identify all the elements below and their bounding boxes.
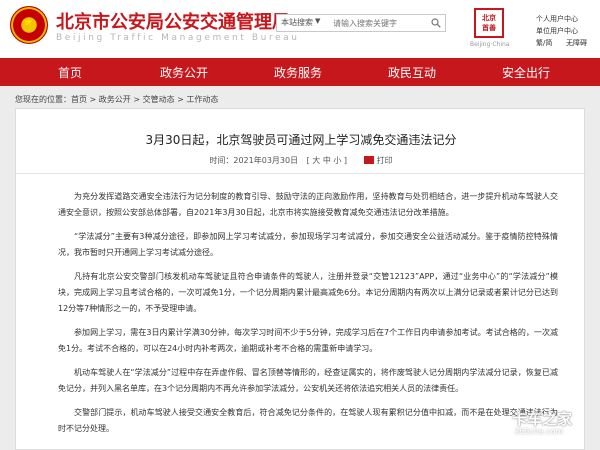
personal-user-center-link[interactable]: 个人用户中心 xyxy=(536,14,578,24)
seal-caption: Beijing·China xyxy=(470,41,510,48)
site-header: ★ 北京市公安局公安交通管理局 Beijing Traffic Manageme… xyxy=(0,0,600,58)
printer-icon[interactable] xyxy=(363,155,374,164)
search-bar[interactable]: 本站搜索 ▼ xyxy=(276,14,446,32)
site-subtitle: Beijing Traffic Management Bureau xyxy=(56,33,300,43)
watermark-url: 360che.com xyxy=(514,427,564,436)
article-title: 3月30日起，北京驾驶员可通过网上学习减免交通违法记分 xyxy=(145,133,457,147)
breadcrumb-separator: > xyxy=(130,95,143,104)
article-paragraph: “学法减分”主要有3种减分途径，即参加网上学习考试减分，参加现场学习考试减分，参… xyxy=(58,232,558,257)
article-paragraph: 为充分发挥道路交通安全违法行为记分制度的教育引导、鼓励守法的正向激励作用，坚持教… xyxy=(58,192,558,217)
nav-item-government-affairs[interactable]: 政务公开 xyxy=(160,64,208,81)
breadcrumb-label: 您现在的位置： xyxy=(15,95,71,104)
search-icon[interactable] xyxy=(431,18,441,28)
police-emblem-icon: ★ xyxy=(10,6,48,44)
breadcrumb-separator: > xyxy=(174,95,187,104)
chevron-down-icon[interactable]: ▼ xyxy=(315,17,320,25)
meta-time-label: 时间： xyxy=(209,156,234,165)
font-size-switcher[interactable]: [ 大 中 小 ] xyxy=(307,156,347,165)
search-input[interactable] xyxy=(333,16,429,30)
accessibility-link[interactable]: 无障碍 xyxy=(566,38,587,48)
breadcrumb-item-work-news[interactable]: 工作动态 xyxy=(186,95,218,104)
breadcrumb-item-traffic-news[interactable]: 交管动态 xyxy=(143,95,175,104)
search-scope-select[interactable]: 本站搜索 xyxy=(281,17,313,28)
article-body: 为充分发挥道路交通安全违法行为记分制度的教育引导、鼓励守法的正向激励作用，坚持教… xyxy=(58,189,558,445)
meta-time: 2021年03月30日 xyxy=(233,156,299,165)
main-nav: 首页 政务公开 政务服务 政民互动 安全出行 xyxy=(0,58,600,86)
beijing-seal-logo: 北京 首善 xyxy=(474,8,504,38)
breadcrumb-item-government-affairs[interactable]: 政务公开 xyxy=(99,95,131,104)
breadcrumb-separator: > xyxy=(87,95,99,104)
breadcrumb-item-home[interactable]: 首页 xyxy=(71,95,87,104)
nav-item-safe-travel[interactable]: 安全出行 xyxy=(502,64,550,81)
article-paragraph: 交警部门提示，机动车驾驶人接受交通安全教育后，符合减免记分条件的，在驾驶人现有累… xyxy=(58,408,558,433)
article-paragraph: 机动车驾驶人在“学法减分”过程中存在弄虚作假、冒名顶替等情形的，经查证属实的，将… xyxy=(58,368,558,393)
site-title[interactable]: 北京市公安局公安交通管理局 xyxy=(56,8,290,34)
nav-item-public-interaction[interactable]: 政民互动 xyxy=(388,64,436,81)
divider xyxy=(16,173,586,174)
traditional-simplified-link[interactable]: 繁/简 xyxy=(536,38,552,48)
print-link[interactable]: 打印 xyxy=(377,156,393,165)
unit-user-center-link[interactable]: 单位用户中心 xyxy=(536,26,578,36)
article-panel: 3月30日起，北京驾驶员可通过网上学习减免交通违法记分 时间：2021年03月3… xyxy=(15,108,586,450)
breadcrumb: 您现在的位置：首页 > 政务公开 > 交管动态 > 工作动态 xyxy=(15,94,218,105)
article-paragraph: 凡持有北京公安交警部门核发机动车驾驶证且符合申请条件的驾驶人，注册并登录“交管1… xyxy=(58,272,558,313)
article-meta: 时间：2021年03月30日 [ 大 中 小 ] 打印 xyxy=(16,155,586,166)
article-paragraph: 参加网上学习，需在3日内累计学满30分钟，每次学习时间不少于5分钟，完成学习后在… xyxy=(58,328,558,353)
nav-item-government-services[interactable]: 政务服务 xyxy=(274,64,322,81)
nav-item-home[interactable]: 首页 xyxy=(58,64,82,81)
watermark: 卡车之家 xyxy=(512,410,573,428)
